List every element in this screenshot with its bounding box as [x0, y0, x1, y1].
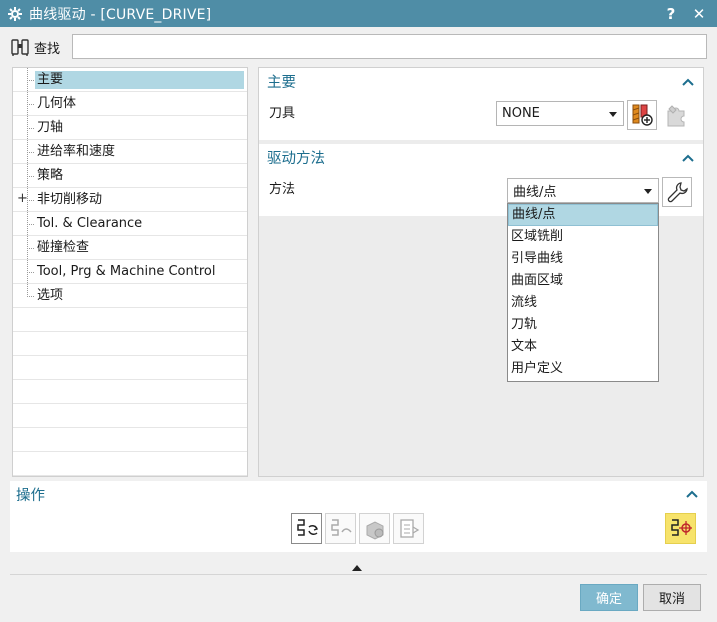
tree-empty-row — [13, 332, 247, 356]
main-section-title: 主要 — [267, 75, 296, 91]
find-bar: 查找 — [8, 33, 708, 61]
tree-item[interactable]: 主要 — [13, 68, 247, 92]
tree-item[interactable]: Tol. & Clearance — [13, 212, 247, 236]
tree-item-label: 刀轴 — [37, 120, 64, 135]
edit-tool-button[interactable] — [661, 100, 691, 130]
drive-section-header[interactable]: 驱动方法 — [259, 144, 703, 171]
binoculars-icon — [10, 37, 32, 57]
tree-item-label: 碰撞检查 — [37, 240, 90, 255]
replay-icon — [330, 518, 352, 536]
tool-label: 刀具 — [269, 105, 296, 121]
tree-guide-line — [27, 200, 34, 201]
display-path-button[interactable] — [665, 513, 696, 544]
dropdown-option[interactable]: 流线 — [508, 292, 658, 314]
tree-item[interactable]: 策略 — [13, 164, 247, 188]
tree-guide-line — [27, 296, 34, 297]
tree-guide-line — [27, 152, 34, 153]
generate-toolpath-button[interactable] — [291, 513, 322, 544]
tree-item-label: 几何体 — [37, 96, 77, 111]
method-select[interactable]: 曲线/点 — [507, 178, 659, 203]
tree-item-label: Tol. & Clearance — [37, 216, 143, 231]
verify-toolpath-button[interactable] — [359, 513, 390, 544]
find-label: 查找 — [34, 41, 61, 57]
list-toolpath-button[interactable] — [393, 513, 424, 544]
main-section-header[interactable]: 主要 — [259, 68, 703, 95]
tree-item-label: 进给率和速度 — [37, 144, 116, 159]
tree-empty-row — [13, 308, 247, 332]
tree-guide-line — [27, 284, 28, 295]
tree-guide-line — [27, 248, 34, 249]
drive-section-title: 驱动方法 — [267, 151, 325, 167]
tree-guide-line — [27, 104, 34, 105]
tree-empty-row — [13, 428, 247, 452]
list-icon — [399, 518, 419, 538]
operations-section: 操作 — [10, 481, 707, 552]
tool-select[interactable]: NONE — [496, 101, 624, 126]
tree-empty-row — [13, 404, 247, 428]
dropdown-option[interactable]: 引导曲线 — [508, 248, 658, 270]
collapse-icon[interactable] — [679, 149, 697, 167]
tree-item-label: 策略 — [37, 168, 64, 183]
method-label: 方法 — [269, 181, 296, 197]
wrench-icon — [667, 182, 688, 203]
method-select-value: 曲线/点 — [513, 185, 557, 200]
collapse-icon[interactable] — [683, 485, 701, 503]
dropdown-option[interactable]: 刀轨 — [508, 314, 658, 336]
help-button[interactable]: ? — [661, 4, 681, 24]
gear-icon[interactable] — [7, 6, 23, 22]
cancel-button[interactable]: 取消 — [643, 584, 701, 611]
operations-header[interactable]: 操作 — [10, 481, 707, 507]
operations-title: 操作 — [16, 487, 45, 504]
verify-icon — [366, 520, 383, 540]
tree-item[interactable]: + 非切削移动 — [13, 188, 247, 212]
tree-item-label: 选项 — [37, 288, 64, 303]
chevron-down-icon — [644, 189, 652, 194]
window-title: 曲线驱动 - [CURVE_DRIVE] — [29, 6, 212, 23]
dropdown-option[interactable]: 文本 — [508, 336, 658, 358]
tree-empty-row — [13, 452, 247, 476]
expand-arrow-icon[interactable] — [352, 565, 362, 571]
tree-item-label: 主要 — [35, 71, 244, 89]
dropdown-option[interactable]: 区域铣削 — [508, 226, 658, 248]
dropdown-option[interactable]: 曲线/点 — [508, 204, 658, 226]
tree-guide-line — [27, 80, 34, 81]
tree-item[interactable]: 碰撞检查 — [13, 236, 247, 260]
dropdown-option[interactable]: 用户定义 — [508, 358, 658, 380]
puzzle-tool-icon — [667, 105, 685, 127]
tree-item[interactable]: Tool, Prg & Machine Control — [13, 260, 247, 284]
find-input[interactable] — [72, 34, 707, 59]
generate-icon — [296, 518, 318, 536]
tree-guide-line — [27, 224, 34, 225]
tool-select-value: NONE — [502, 106, 540, 121]
collapse-icon[interactable] — [679, 73, 697, 91]
tree-empty-row — [13, 380, 247, 404]
new-tool-button[interactable] — [627, 100, 657, 130]
tree-guide-line — [27, 272, 34, 273]
expand-plus-icon[interactable]: + — [17, 192, 28, 205]
chevron-down-icon — [609, 112, 617, 117]
ok-button[interactable]: 确定 — [580, 584, 638, 611]
navigation-tree: 主要几何体刀轴进给率和速度 策略 + 非切削移动 Tol. & Clearance 碰撞检… — [12, 67, 248, 477]
dropdown-option[interactable]: 曲面区域 — [508, 270, 658, 292]
tree-item[interactable]: 刀轴 — [13, 116, 247, 140]
tree-item[interactable]: 选项 — [13, 284, 247, 308]
tree-item[interactable]: 几何体 — [13, 92, 247, 116]
tree-item-label: Tool, Prg & Machine Control — [37, 264, 216, 279]
tree-guide-line — [27, 128, 34, 129]
new-tool-icon — [632, 104, 653, 126]
edit-method-button[interactable] — [662, 177, 692, 207]
tree-guide-line — [27, 176, 34, 177]
close-button[interactable]: ✕ — [689, 4, 709, 24]
path-target-icon — [670, 518, 692, 536]
tree-empty-row — [13, 356, 247, 380]
tree-item-label: 非切削移动 — [37, 192, 103, 207]
title-bar: 曲线驱动 - [CURVE_DRIVE] ? ✕ — [0, 0, 717, 27]
method-dropdown-list: 曲线/点 区域铣削 引导曲线 曲面区域 流线 刀轨 文本 用户定义 — [507, 203, 659, 382]
tree-item[interactable]: 进给率和速度 — [13, 140, 247, 164]
divider — [10, 574, 707, 575]
replay-toolpath-button[interactable] — [325, 513, 356, 544]
